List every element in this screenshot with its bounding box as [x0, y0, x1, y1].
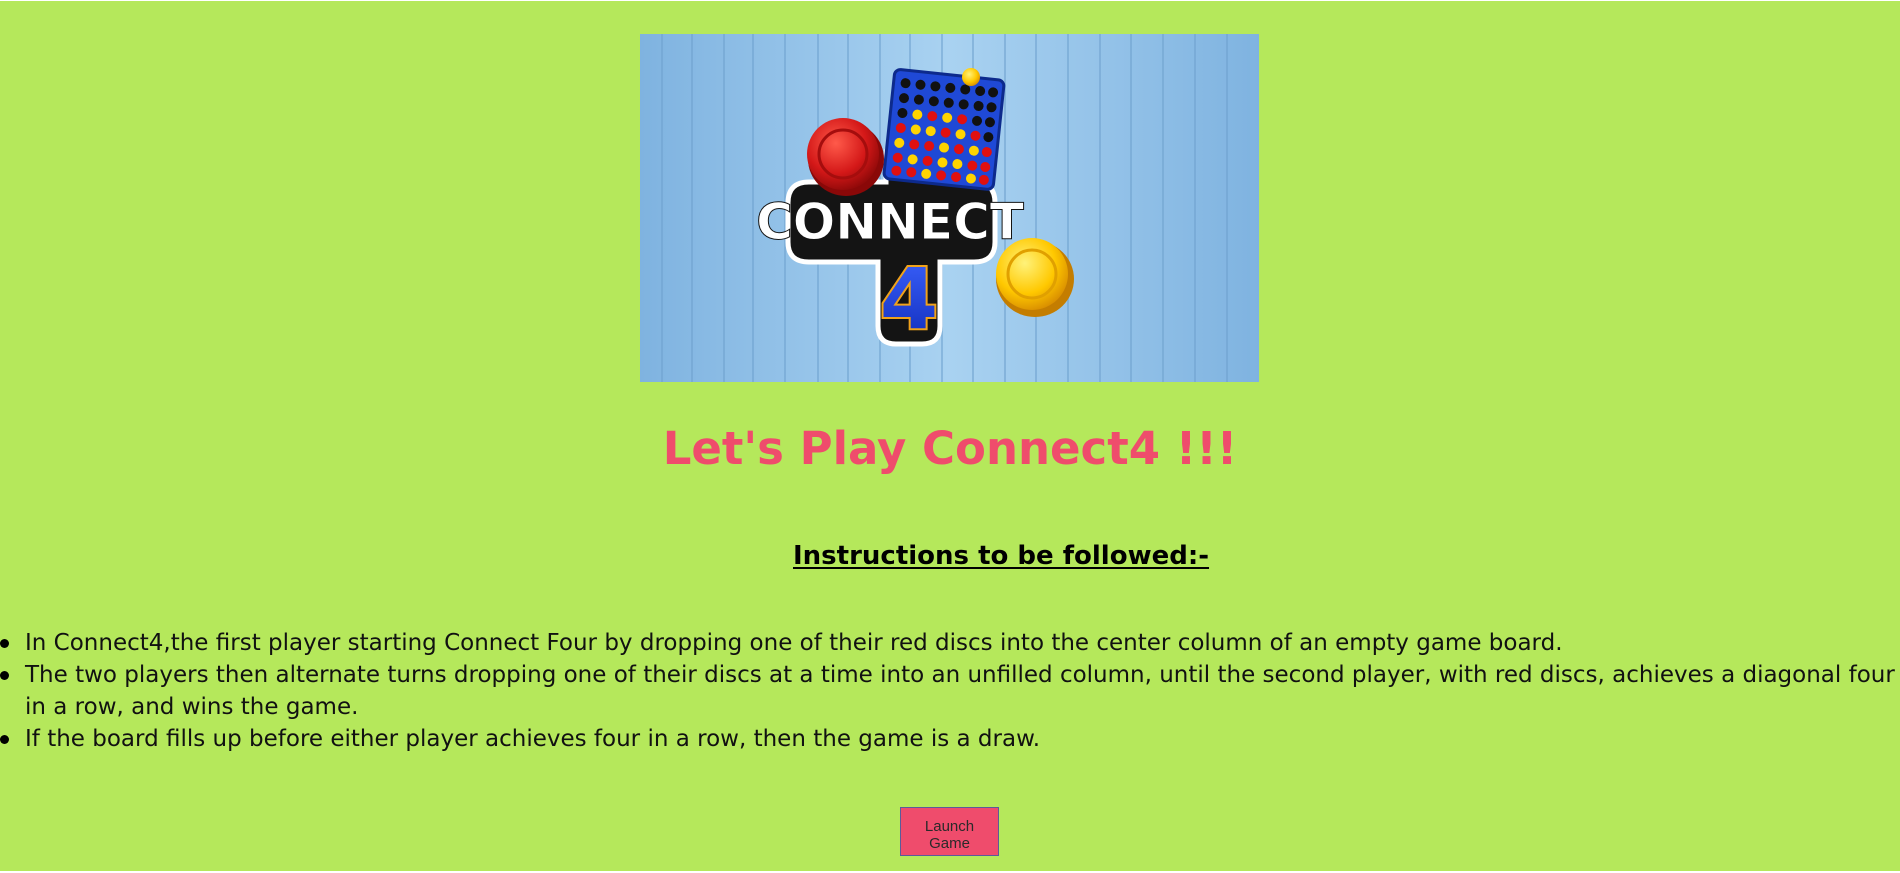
- list-item: The two players then alternate turns dro…: [0, 659, 1900, 723]
- instruction-text: If the board fills up before either play…: [25, 726, 1041, 752]
- bullet-icon: [0, 671, 9, 680]
- launch-game-button[interactable]: Launch Game: [900, 807, 999, 856]
- page-title: Let's Play Connect4 !!!: [662, 422, 1238, 475]
- page: CONNECT 4 Let's Play Connect4 !!! Instru…: [0, 1, 1900, 871]
- connect4-logo-image: CONNECT 4: [640, 34, 1259, 382]
- instructions-list: In Connect4,the first player starting Co…: [0, 627, 1900, 755]
- logo-word: CONNECT: [756, 193, 1024, 251]
- list-item: In Connect4,the first player starting Co…: [0, 627, 1900, 659]
- instruction-text: The two players then alternate turns dro…: [25, 662, 1895, 720]
- instructions-heading: Instructions to be followed:-: [793, 541, 1210, 571]
- instruction-text: In Connect4,the first player starting Co…: [25, 630, 1563, 656]
- list-item: If the board fills up before either play…: [0, 723, 1900, 755]
- bullet-icon: [0, 639, 9, 648]
- logo-number: 4: [880, 250, 938, 348]
- bullet-icon: [0, 735, 9, 744]
